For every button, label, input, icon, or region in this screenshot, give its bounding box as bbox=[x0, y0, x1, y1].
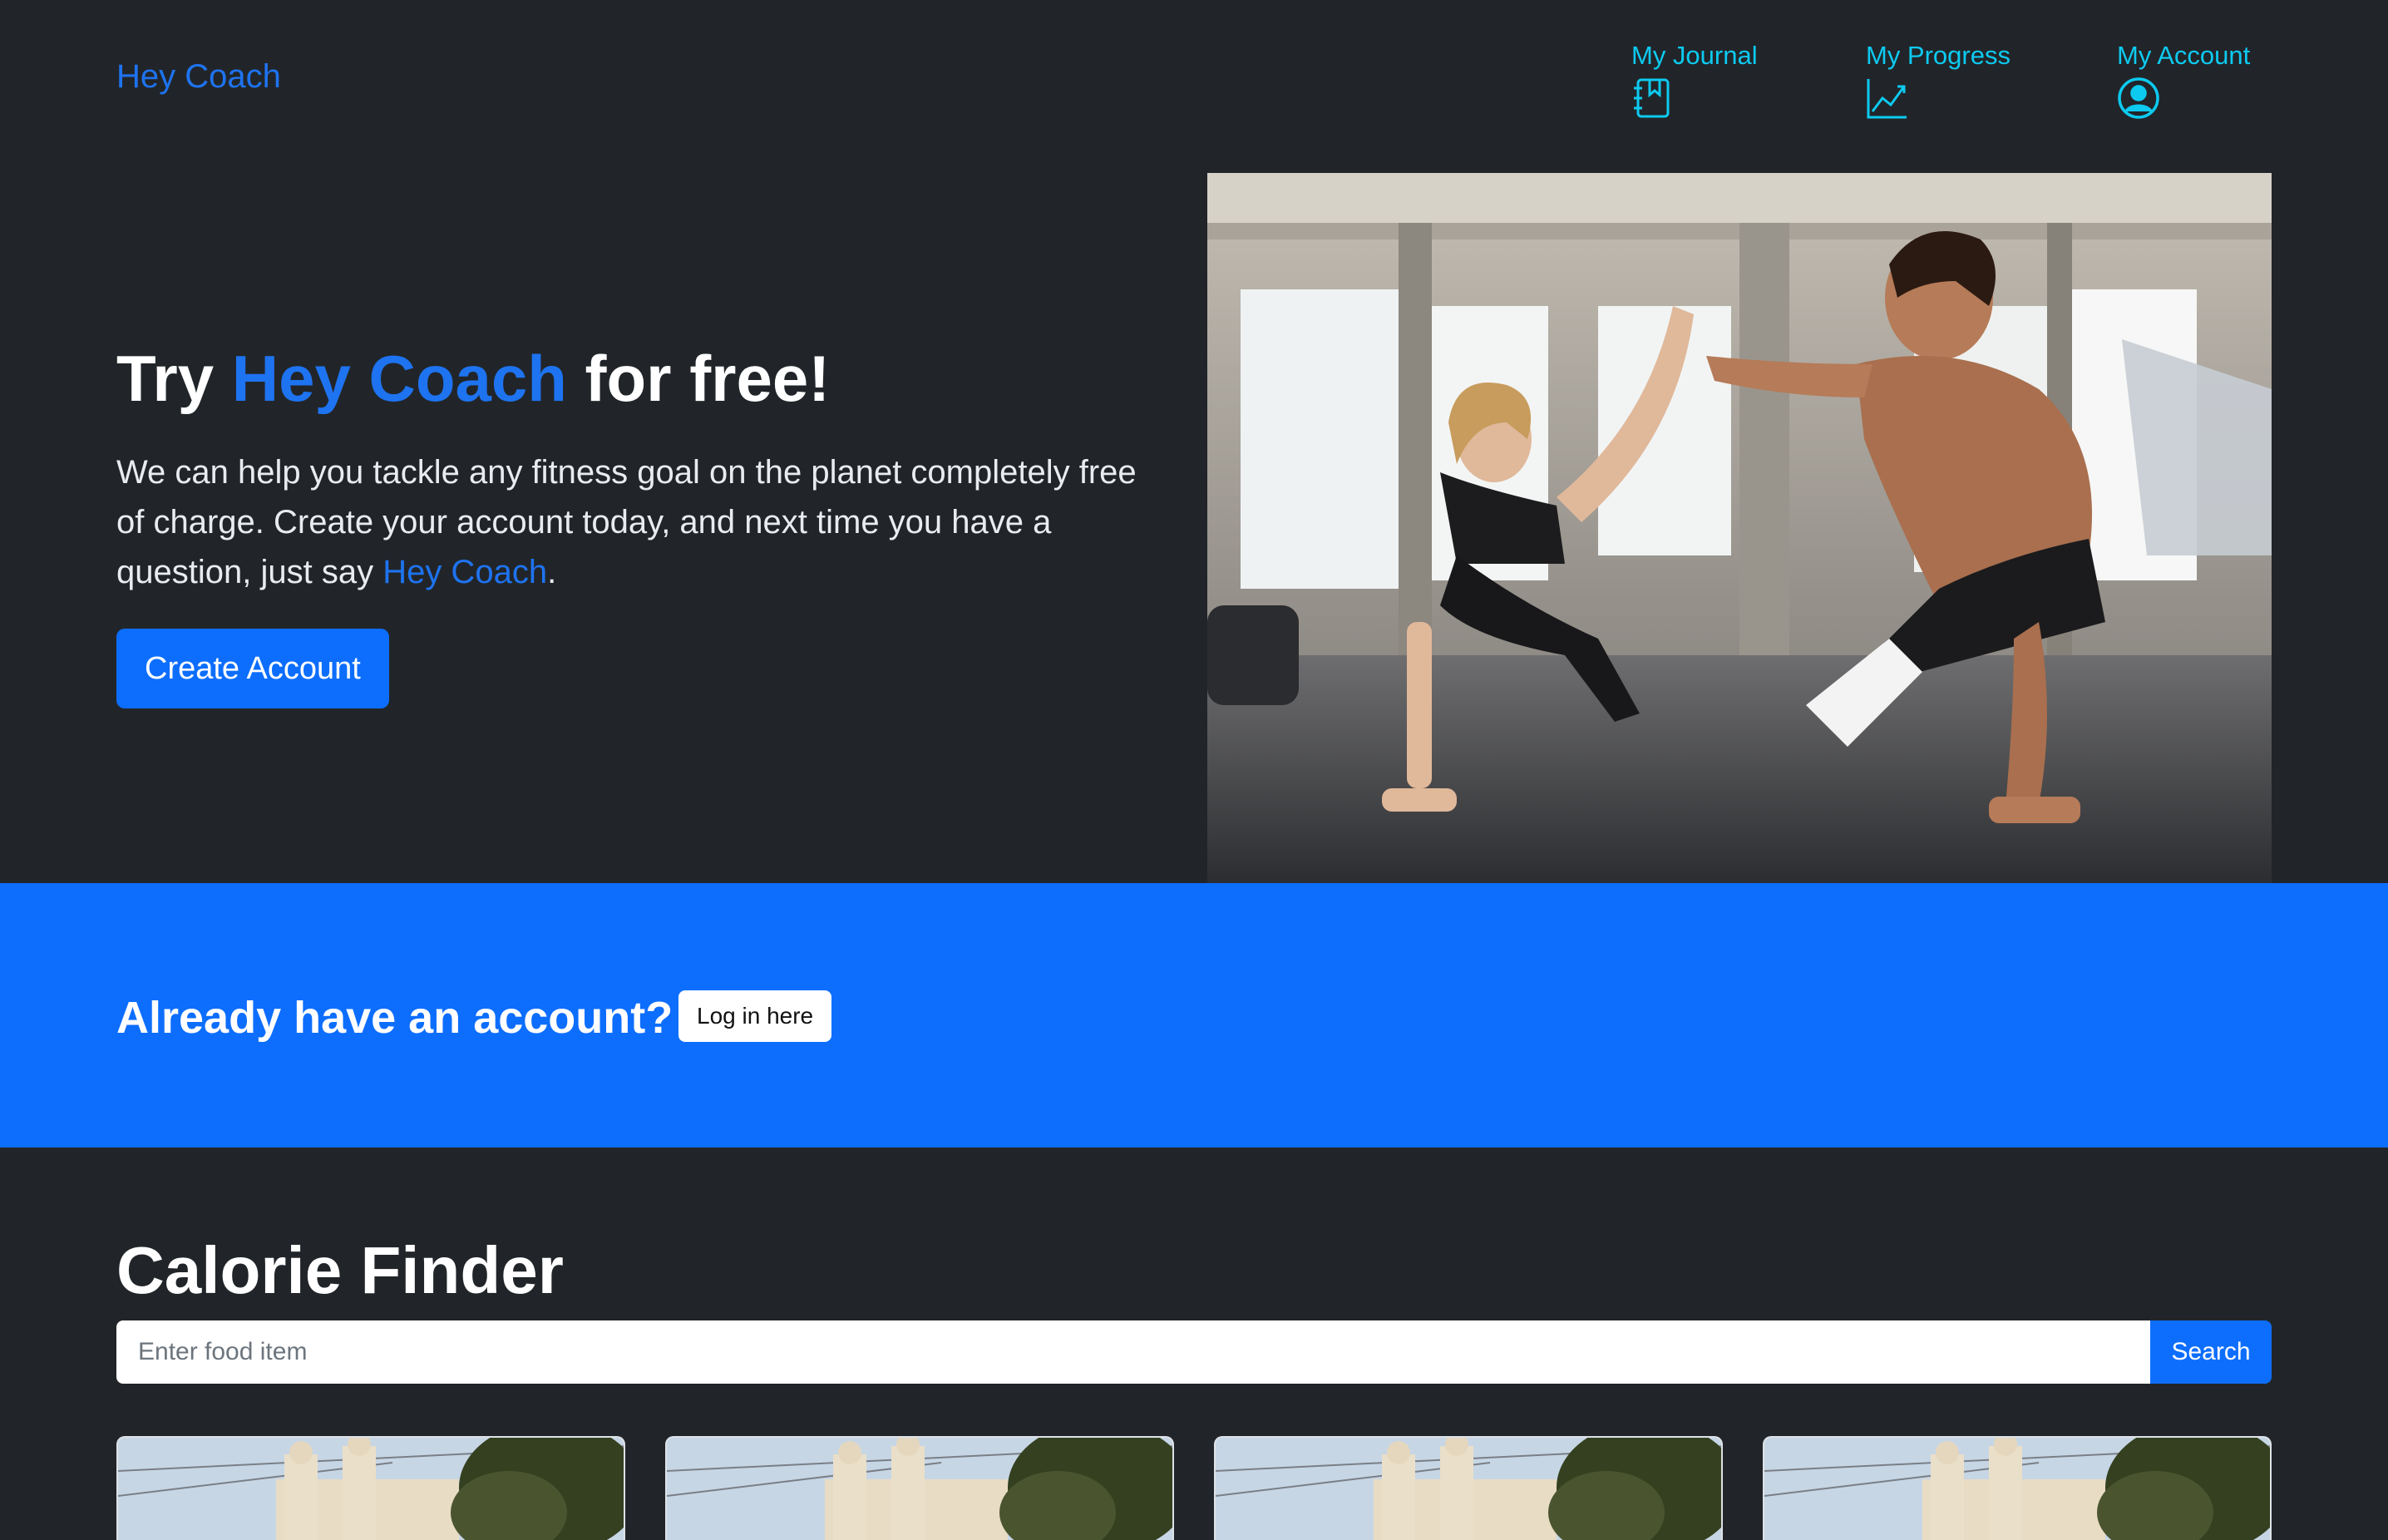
food-card[interactable] bbox=[116, 1436, 625, 1540]
nav-item-my-progress[interactable]: My Progress bbox=[1866, 38, 2011, 120]
food-card[interactable] bbox=[1763, 1436, 2272, 1540]
hero-section: Try Hey Coach for free! We can help you … bbox=[116, 333, 1147, 708]
hero-description-end: . bbox=[547, 554, 557, 590]
log-in-button[interactable]: Log in here bbox=[678, 990, 832, 1042]
navbar: Hey Coach My Journal My Progress My Acco… bbox=[0, 0, 2388, 166]
food-card[interactable] bbox=[1214, 1436, 1723, 1540]
food-card[interactable] bbox=[665, 1436, 1174, 1540]
fitness-high-five-photo bbox=[1207, 173, 2272, 883]
page: Hey Coach My Journal My Progress My Acco… bbox=[0, 0, 2388, 1540]
login-banner: Already have an account? Log in here bbox=[0, 883, 2388, 1148]
person-circle-icon bbox=[2118, 77, 2159, 119]
nav-label-my-journal: My Journal bbox=[1631, 41, 1758, 70]
create-account-button[interactable]: Create Account bbox=[116, 629, 389, 708]
calorie-finder-title: Calorie Finder bbox=[116, 1233, 564, 1307]
building-photo bbox=[1216, 1438, 1721, 1540]
food-search-input[interactable] bbox=[116, 1320, 2150, 1384]
search-button[interactable]: Search bbox=[2150, 1320, 2272, 1384]
food-card-list bbox=[116, 1436, 2272, 1540]
building-photo bbox=[1764, 1438, 2270, 1540]
building-photo bbox=[118, 1438, 624, 1540]
nav-label-my-progress: My Progress bbox=[1866, 41, 2011, 70]
journal-bookmark-icon bbox=[1634, 78, 1670, 118]
hero-title-prefix: Try bbox=[116, 342, 232, 415]
hero-description-text: We can help you tackle any fitness goal … bbox=[116, 454, 1137, 590]
graph-up-icon bbox=[1867, 79, 1907, 119]
hero-image bbox=[1207, 173, 2272, 883]
calorie-search-form: Search bbox=[116, 1320, 2272, 1384]
hero-description-link[interactable]: Hey Coach bbox=[382, 554, 547, 590]
building-photo bbox=[667, 1438, 1172, 1540]
hero-title: Try Hey Coach for free! bbox=[116, 333, 1147, 424]
hero-description: We can help you tackle any fitness goal … bbox=[116, 447, 1147, 597]
nav-label-my-account: My Account bbox=[2117, 41, 2251, 70]
nav-item-my-account[interactable]: My Account bbox=[2117, 38, 2250, 120]
brand-link[interactable]: Hey Coach bbox=[116, 58, 281, 96]
nav-item-my-journal[interactable]: My Journal bbox=[1631, 38, 1758, 120]
hero-title-accent: Hey Coach bbox=[231, 342, 567, 415]
hero-title-suffix: for free! bbox=[566, 342, 831, 415]
login-prompt-title: Already have an account? bbox=[116, 993, 673, 1043]
